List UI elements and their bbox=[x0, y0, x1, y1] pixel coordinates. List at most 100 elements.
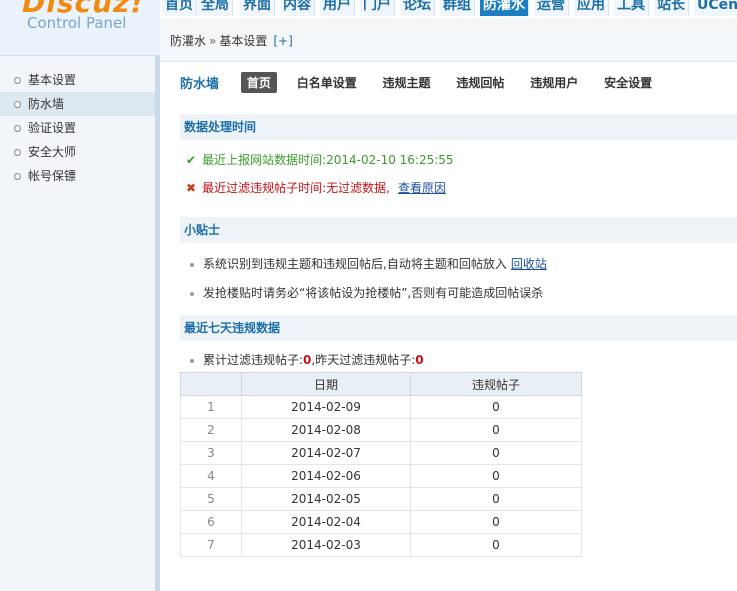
top-nav-tab-group[interactable]: 群组 bbox=[440, 0, 475, 16]
total-filtered-label: 累计过滤违规帖子: bbox=[203, 353, 304, 367]
row-index: 6 bbox=[180, 510, 242, 534]
table-row: 2 2014-02-08 0 bbox=[180, 418, 582, 442]
tip-text: 系统识别到违规主题和违规回帖后,自动将主题和回帖放入 bbox=[203, 257, 507, 271]
row-index: 5 bbox=[180, 487, 242, 511]
sidebar-item-security-master[interactable]: 安全大师 bbox=[0, 140, 159, 164]
table-row: 3 2014-02-07 0 bbox=[180, 441, 582, 465]
row-count: 0 bbox=[410, 533, 582, 557]
sidebar-item-verification[interactable]: 验证设置 bbox=[0, 116, 159, 140]
section-heading-processing-time: 数据处理时间 bbox=[180, 114, 737, 140]
top-nav-tab-ucenter[interactable]: UCent bbox=[694, 0, 737, 16]
logo[interactable]: Discuz! Control Panel bbox=[0, 0, 160, 56]
row-index: 1 bbox=[180, 395, 242, 419]
column-header-date: 日期 bbox=[241, 372, 411, 396]
report-time-label: 最近上报网站数据时间: bbox=[202, 153, 327, 167]
filter-time-status: ✖ 最近过滤违规帖子时间:无过滤数据, 查看原因 bbox=[186, 179, 446, 196]
subnav-tab-violating-users[interactable]: 违规用户 bbox=[524, 72, 584, 93]
column-header-index bbox=[180, 372, 242, 396]
row-date: 2014-02-04 bbox=[241, 510, 411, 534]
bullet-icon bbox=[14, 125, 21, 132]
add-shortcut-button[interactable]: [+] bbox=[273, 34, 292, 48]
sidebar-item-label: 防水墙 bbox=[28, 97, 65, 111]
subnav-tab-violating-replies[interactable]: 违规回帖 bbox=[450, 72, 510, 93]
report-time-status: ✔ 最近上报网站数据时间:2014-02-10 16:25:55 bbox=[186, 151, 454, 168]
breadcrumb-separator: » bbox=[209, 34, 217, 48]
table-row: 1 2014-02-09 0 bbox=[180, 395, 582, 419]
row-index: 3 bbox=[180, 441, 242, 465]
sidebar-divider bbox=[155, 56, 160, 591]
table-row: 6 2014-02-04 0 bbox=[180, 510, 582, 534]
top-nav-tab-home[interactable]: 首页 bbox=[162, 0, 197, 16]
column-header-count: 违规帖子 bbox=[410, 372, 582, 396]
top-nav-tab-forum[interactable]: 论坛 bbox=[400, 0, 435, 16]
row-count: 0 bbox=[410, 510, 582, 534]
section-heading-tips: 小贴士 bbox=[180, 217, 737, 243]
row-count: 0 bbox=[410, 395, 582, 419]
row-date: 2014-02-07 bbox=[241, 441, 411, 465]
sidebar-item-label: 验证设置 bbox=[28, 121, 77, 135]
sidebar: 基本设置 防水墙 验证设置 安全大师 帐号保镖 bbox=[0, 56, 160, 591]
row-count: 0 bbox=[410, 487, 582, 511]
bullet-icon bbox=[14, 173, 21, 180]
top-nav-tab-operation[interactable]: 运营 bbox=[534, 0, 569, 16]
top-nav-tab-portal[interactable]: 门户 bbox=[360, 0, 395, 16]
filter-time-label: 最近过滤违规帖子时间: bbox=[202, 181, 327, 195]
bullet-icon bbox=[14, 77, 21, 84]
row-index: 7 bbox=[180, 533, 242, 557]
yesterday-filtered-value: 0 bbox=[415, 353, 424, 367]
table-row: 4 2014-02-06 0 bbox=[180, 464, 582, 488]
subnav-tab-home[interactable]: 首页 bbox=[240, 72, 277, 93]
top-nav-tab-antispam[interactable]: 防灌水 bbox=[480, 0, 529, 16]
filter-time-value: 无过滤数据, bbox=[326, 181, 390, 195]
breadcrumb: 防灌水» 基本设置 [+] bbox=[170, 32, 293, 49]
top-nav-tab-tools[interactable]: 工具 bbox=[614, 0, 649, 16]
top-nav-tab-apps[interactable]: 应用 bbox=[574, 0, 609, 16]
filter-summary: 累计过滤违规帖子:0,昨天过滤违规帖子:0 bbox=[190, 351, 424, 368]
row-date: 2014-02-06 bbox=[241, 464, 411, 488]
checkmark-icon: ✔ bbox=[186, 153, 197, 167]
top-nav-tab-style[interactable]: 界面 bbox=[240, 0, 275, 16]
breadcrumb-root[interactable]: 防灌水 bbox=[170, 34, 206, 48]
logo-subtitle: Control Panel bbox=[27, 14, 127, 32]
tip-floor-thread: 发抢楼贴时请务必“将该帖设为抢楼帖”,否则有可能造成回帖误杀 bbox=[190, 284, 543, 301]
sidebar-item-label: 帐号保镖 bbox=[28, 169, 77, 183]
sidebar-item-label: 基本设置 bbox=[28, 73, 77, 87]
yesterday-filtered-label: ,昨天过滤违规帖子: bbox=[311, 353, 416, 367]
bullet-icon bbox=[190, 262, 194, 267]
top-nav-tab-content[interactable]: 内容 bbox=[280, 0, 315, 16]
top-nav-tab-global[interactable]: 全局 bbox=[198, 0, 233, 16]
section-heading-weekly-data: 最近七天违规数据 bbox=[180, 315, 737, 341]
sidebar-item-label: 安全大师 bbox=[28, 145, 77, 159]
row-date: 2014-02-09 bbox=[241, 395, 411, 419]
sub-nav: 防水墙 首页 白名单设置 违规主题 违规回帖 违规用户 安全设置 bbox=[180, 72, 668, 96]
report-time-value: 2014-02-10 16:25:55 bbox=[326, 153, 454, 167]
breadcrumb-bar: 防灌水» 基本设置 [+] bbox=[160, 18, 737, 62]
recycle-bin-link[interactable]: 回收站 bbox=[511, 257, 547, 271]
sidebar-item-basic-settings[interactable]: 基本设置 bbox=[0, 68, 159, 92]
top-nav-tab-founder[interactable]: 站长 bbox=[654, 0, 689, 16]
row-count: 0 bbox=[410, 441, 582, 465]
weekly-stats-table: 日期 违规帖子 1 2014-02-09 0 2 2014-02-08 0 3 2014-… bbox=[180, 372, 582, 557]
table-header-row: 日期 违规帖子 bbox=[180, 372, 582, 396]
breadcrumb-current: 基本设置 bbox=[219, 34, 268, 48]
subnav-tab-security-settings[interactable]: 安全设置 bbox=[598, 72, 658, 93]
table-row: 7 2014-02-03 0 bbox=[180, 533, 582, 557]
top-nav: 首页 全局 界面 内容 用户 门户 论坛 群组 防灌水 运营 应用 工具 站长 … bbox=[160, 0, 737, 18]
page-title: 防水墙 bbox=[180, 77, 220, 92]
view-reason-link[interactable]: 查看原因 bbox=[398, 181, 446, 195]
row-count: 0 bbox=[410, 418, 582, 442]
sidebar-item-account-guard[interactable]: 帐号保镖 bbox=[0, 164, 159, 188]
cross-icon: ✖ bbox=[186, 181, 197, 195]
sidebar-item-firewall[interactable]: 防水墙 bbox=[0, 92, 159, 116]
top-nav-tab-user[interactable]: 用户 bbox=[320, 0, 355, 16]
bullet-icon bbox=[14, 149, 21, 156]
tip-text: 发抢楼贴时请务必“将该帖设为抢楼帖”,否则有可能造成回帖误杀 bbox=[203, 286, 544, 300]
subnav-tab-whitelist[interactable]: 白名单设置 bbox=[291, 72, 363, 93]
row-index: 4 bbox=[180, 464, 242, 488]
row-index: 2 bbox=[180, 418, 242, 442]
row-count: 0 bbox=[410, 464, 582, 488]
row-date: 2014-02-05 bbox=[241, 487, 411, 511]
tip-recycle-bin: 系统识别到违规主题和违规回帖后,自动将主题和回帖放入 回收站 bbox=[190, 255, 547, 272]
row-date: 2014-02-03 bbox=[241, 533, 411, 557]
subnav-tab-violating-threads[interactable]: 违规主题 bbox=[377, 72, 437, 93]
